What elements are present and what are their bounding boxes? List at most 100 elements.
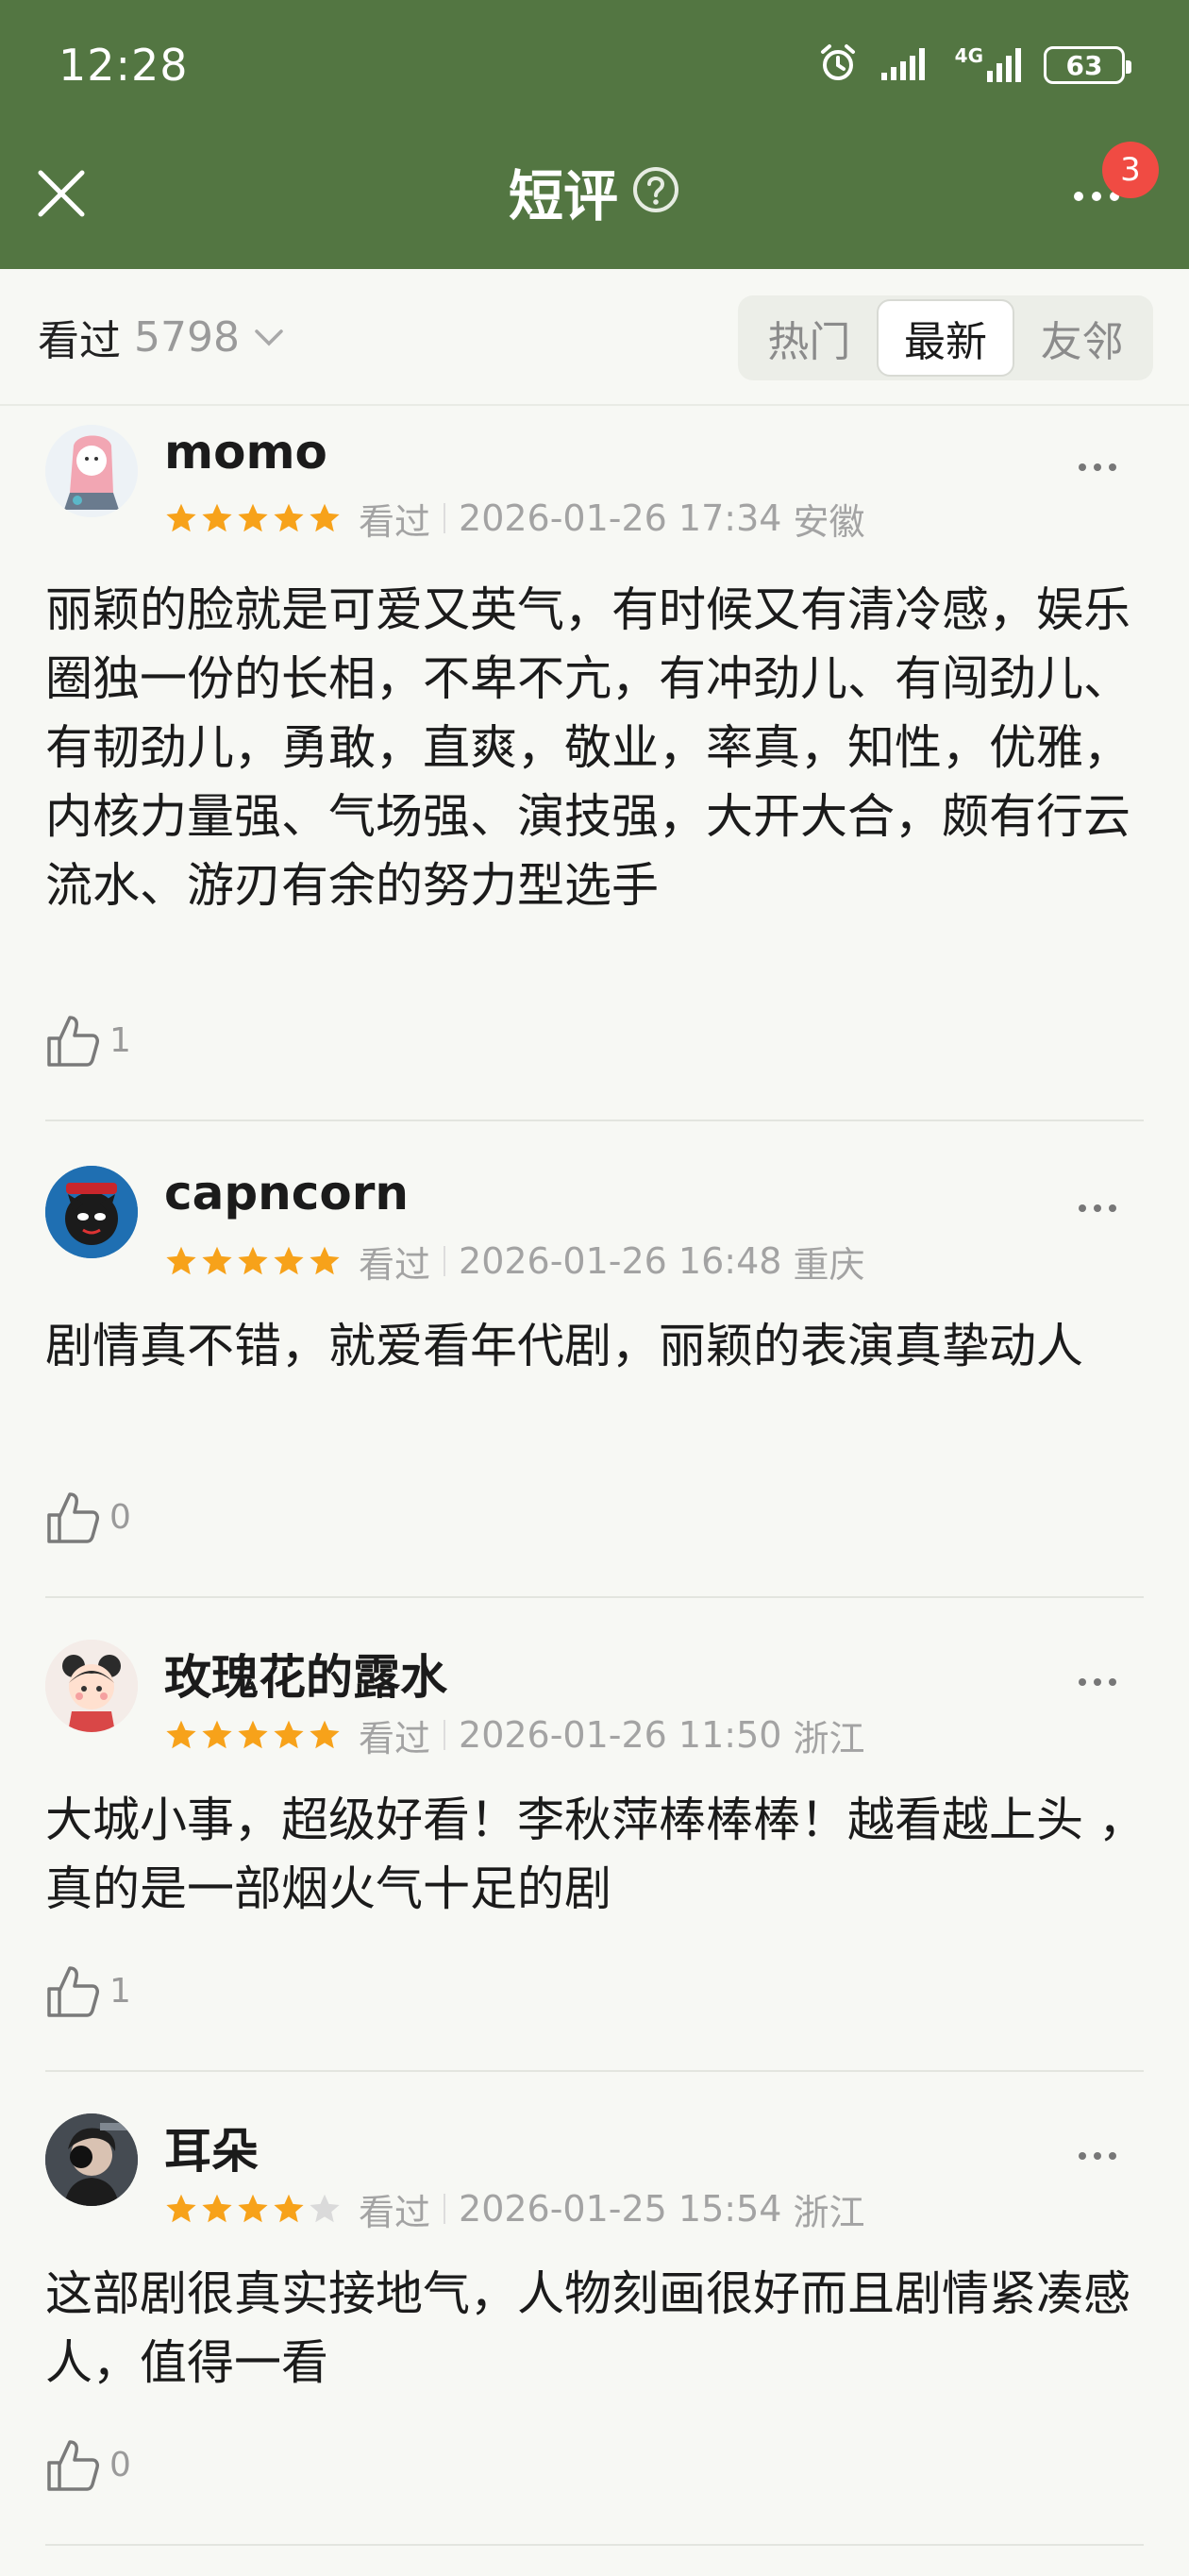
review-date: 2026-01-26 11:50: [459, 1714, 782, 1756]
signal-4g-icon: 4G: [955, 46, 1023, 84]
notification-badge: 3: [1102, 142, 1159, 198]
thumbs-up-icon: [47, 1016, 99, 1067]
review-text: 丽颖的脸就是可爱又英气，有时候又有清冷感，娱乐圈独一份的长相，不卑不亢，有冲劲儿…: [45, 582, 1130, 913]
like-button[interactable]: 1: [45, 1961, 131, 2021]
avatar[interactable]: [45, 1166, 138, 1258]
like-count: 1: [109, 1971, 131, 2011]
tab-friends[interactable]: 友邻: [1014, 299, 1149, 377]
avatar[interactable]: [45, 1640, 138, 1732]
review-location: 浙江: [793, 2191, 865, 2233]
nav-title-group: 短评: [0, 154, 1189, 229]
username[interactable]: capncorn: [164, 1166, 409, 1221]
username[interactable]: momo: [164, 425, 327, 480]
battery-level: 63: [1065, 49, 1103, 81]
star-filled-icon: [166, 1720, 196, 1749]
review-more-button[interactable]: [1064, 2137, 1130, 2175]
like-count: 1: [109, 1020, 131, 1060]
review-more-button[interactable]: [1064, 1663, 1130, 1701]
avatar[interactable]: [45, 425, 138, 517]
divider: [45, 2544, 1144, 2546]
review-date: 2026-01-26 17:34: [459, 497, 782, 539]
star-empty-icon: [310, 2194, 340, 2223]
star-filled-icon: [202, 1246, 232, 1275]
star-filled-icon: [310, 1246, 340, 1275]
thumbs-up-icon: [47, 1966, 99, 2017]
review-item: 玫瑰花的露水 看过 2026-01-26 11:50 浙江 大城小事，超级好看！…: [0, 1630, 1189, 2102]
network-type: 4G: [954, 44, 983, 67]
divider: [45, 2070, 1144, 2072]
like-count: 0: [109, 1497, 131, 1537]
battery-icon: 63: [1044, 46, 1131, 84]
watch-status: 看过: [359, 1717, 431, 1759]
filter-count: 5798: [134, 312, 240, 362]
watched-filter-dropdown[interactable]: 看过 5798: [38, 309, 285, 365]
alarm-icon: [817, 42, 859, 88]
sort-tabs: 热门 最新 友邻: [738, 295, 1153, 380]
review-location: 重庆: [793, 1243, 865, 1286]
thumbs-up-icon: [47, 2440, 99, 2491]
chevron-down-icon: [255, 329, 283, 346]
more-icon: [1074, 192, 1083, 201]
watch-status: 看过: [359, 1243, 431, 1286]
status-bar: 12:28 4G 63: [0, 0, 1189, 137]
filter-label: 看过: [38, 317, 121, 365]
like-count: 0: [109, 2445, 131, 2484]
review-meta: 看过 2026-01-25 15:54 浙江: [164, 2187, 864, 2233]
divider: [45, 1596, 1144, 1598]
close-icon: [38, 170, 85, 217]
star-filled-icon: [310, 503, 340, 532]
status-time: 12:28: [59, 40, 189, 91]
review-more-button[interactable]: [1064, 1189, 1130, 1227]
star-filled-icon: [274, 1720, 304, 1749]
status-icons: 4G 63: [817, 42, 1131, 88]
review-item: capncorn 看过 2026-01-26 16:48 重庆 剧情真不错，就爱…: [0, 1156, 1189, 1628]
avatar[interactable]: [45, 2113, 138, 2206]
review-item: 耳朵 看过 2026-01-25 15:54 浙江 这部剧很真实接地气，人物刻画…: [0, 2104, 1189, 2576]
review-location: 浙江: [793, 1717, 865, 1759]
divider: [45, 1120, 1144, 1121]
star-filled-icon: [238, 503, 268, 532]
star-rating: [164, 2192, 342, 2226]
review-date: 2026-01-26 16:48: [459, 1240, 782, 1282]
review-meta: 看过 2026-01-26 11:50 浙江: [164, 1713, 864, 1759]
star-filled-icon: [238, 1720, 268, 1749]
review-text: 剧情真不错，就爱看年代剧，丽颖的表演真挚动人: [45, 1319, 1083, 1373]
star-filled-icon: [202, 503, 232, 532]
signal-icon: [879, 44, 934, 86]
watch-status: 看过: [359, 500, 431, 543]
star-filled-icon: [274, 503, 304, 532]
star-filled-icon: [166, 1246, 196, 1275]
like-button[interactable]: 0: [45, 1487, 131, 1547]
review-date: 2026-01-25 15:54: [459, 2188, 782, 2230]
review-location: 安徽: [793, 500, 865, 543]
star-filled-icon: [202, 1720, 232, 1749]
star-rating: [164, 1718, 342, 1752]
tab-latest[interactable]: 最新: [876, 299, 1015, 377]
star-filled-icon: [238, 2194, 268, 2223]
username[interactable]: 玫瑰花的露水: [164, 1640, 447, 1708]
star-rating: [164, 501, 342, 535]
star-filled-icon: [310, 1720, 340, 1749]
top-app-bar: 12:28 4G 63 短评 3: [0, 0, 1189, 269]
review-text: 这部剧很真实接地气，人物刻画很好而且剧情紧凑感人，值得一看: [45, 2266, 1130, 2390]
close-button[interactable]: [28, 160, 94, 227]
username[interactable]: 耳朵: [164, 2113, 259, 2181]
review-meta: 看过 2026-01-26 17:34 安徽: [164, 497, 864, 543]
star-filled-icon: [274, 1246, 304, 1275]
star-filled-icon: [166, 2194, 196, 2223]
tab-hot[interactable]: 热门: [742, 299, 877, 377]
more-icon-dot: [1092, 192, 1101, 201]
like-button[interactable]: 1: [45, 1010, 131, 1070]
review-more-button[interactable]: [1064, 448, 1130, 486]
review-item: momo 看过 2026-01-26 17:34 安徽 丽颖的脸就是可爱又英气，…: [0, 406, 1189, 1123]
star-rating: [164, 1244, 342, 1278]
nav-bar: 短评 3: [0, 137, 1189, 269]
star-filled-icon: [202, 2194, 232, 2223]
thumbs-up-icon: [47, 1492, 99, 1543]
like-button[interactable]: 0: [45, 2434, 131, 2495]
help-icon[interactable]: [631, 165, 680, 218]
review-text: 大城小事，超级好看！李秋萍棒棒棒！越看越上头 ，真的是一部烟火气十足的剧: [45, 1793, 1146, 1916]
star-filled-icon: [166, 503, 196, 532]
review-meta: 看过 2026-01-26 16:48 重庆: [164, 1239, 864, 1286]
watch-status: 看过: [359, 2191, 431, 2233]
